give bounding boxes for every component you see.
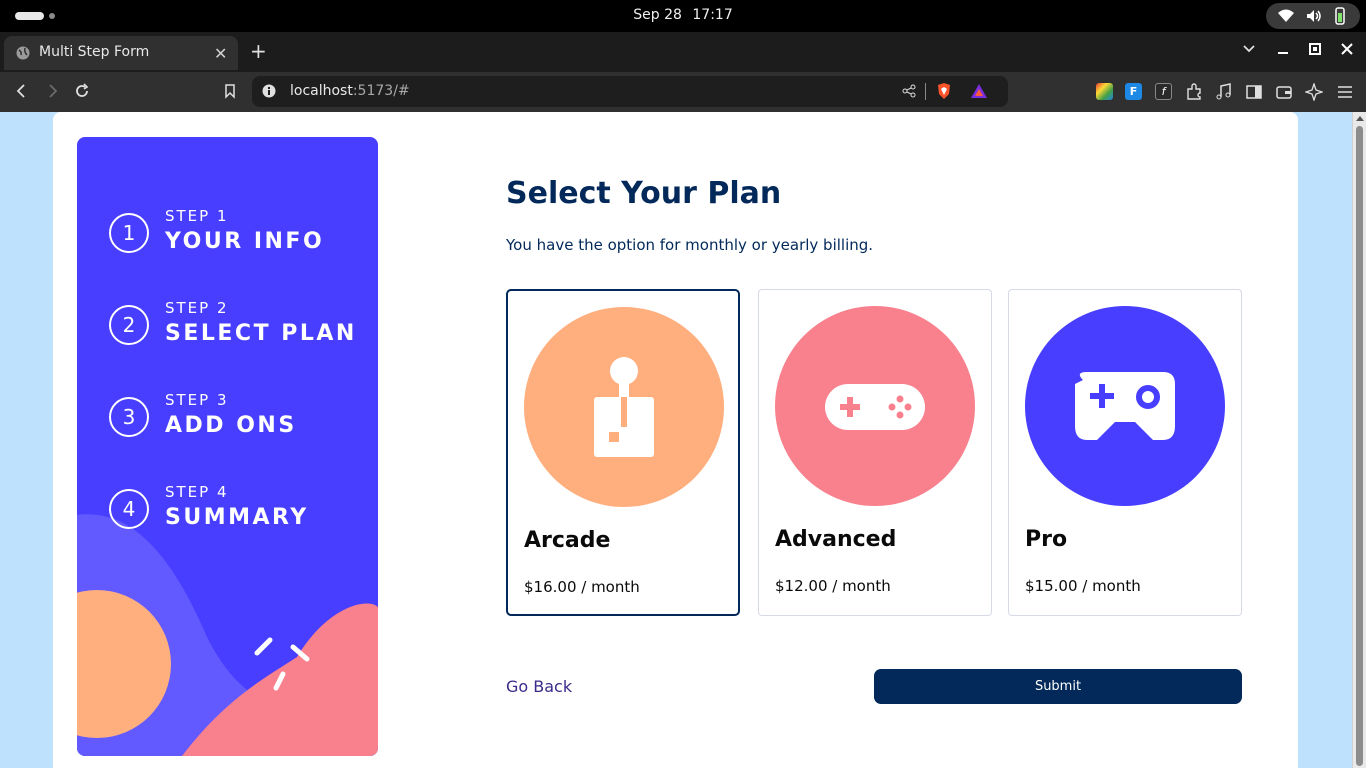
volume-icon (1307, 10, 1321, 22)
wifi-icon (1278, 9, 1294, 22)
menu-icon[interactable] (1336, 83, 1354, 101)
browser-toolbar: localhost:5173/# F f (0, 72, 1366, 112)
steps-sidebar: 1 STEP 1 YOUR INFO 2 STEP 2 SELECT PLAN … (77, 137, 378, 756)
plan-price: $15.00 / month (1025, 577, 1141, 595)
extensions-puzzle-icon[interactable] (1185, 83, 1203, 101)
share-icon[interactable] (902, 84, 916, 98)
new-tab-icon[interactable]: + (250, 39, 267, 63)
page-subtitle: You have the option for monthly or yearl… (506, 236, 874, 254)
clock-date: Sep 28 (633, 7, 682, 23)
page-title: Select Your Plan (506, 176, 782, 211)
extension-function-icon[interactable]: f (1155, 83, 1172, 100)
step-title: SELECT PLAN (165, 321, 357, 346)
plan-icon-circle (775, 306, 975, 506)
step-number-circle: 3 (109, 397, 149, 437)
address-bar[interactable]: localhost:5173/# (252, 76, 1008, 107)
clock-time: 17:17 (692, 7, 733, 23)
plan-name: Pro (1025, 527, 1068, 552)
wallet-icon[interactable] (1275, 83, 1293, 101)
globe-icon (16, 46, 30, 60)
step-title: SUMMARY (165, 505, 309, 530)
url-host: localhost (290, 83, 353, 99)
page-scrollbar[interactable] (1352, 112, 1366, 768)
browser-tab[interactable]: Multi Step Form ✕ (4, 36, 238, 70)
maximize-icon[interactable] (1308, 42, 1322, 56)
minimize-icon[interactable] (1276, 42, 1290, 56)
forward-icon[interactable] (44, 83, 60, 99)
url-text: localhost:5173/# (290, 83, 410, 99)
os-top-bar: Sep 28 17:17 (0, 0, 1366, 32)
brave-shields-icon[interactable] (936, 82, 952, 100)
plan-icon-circle (524, 307, 724, 507)
step-label: STEP 2 (165, 299, 229, 317)
step-item-2[interactable]: 2 STEP 2 SELECT PLAN (109, 299, 369, 363)
system-tray[interactable] (1266, 3, 1360, 29)
browser-tab-strip: Multi Step Form ✕ + (0, 32, 1366, 72)
submit-button[interactable]: Submit (874, 669, 1242, 704)
form-card: 1 STEP 1 YOUR INFO 2 STEP 2 SELECT PLAN … (53, 112, 1298, 768)
step-number-circle: 1 (109, 213, 149, 253)
leo-ai-icon[interactable] (1305, 83, 1323, 101)
scroll-up-arrow-icon[interactable] (1356, 116, 1364, 121)
step-item-3[interactable]: 3 STEP 3 ADD ONS (109, 391, 369, 455)
bookmark-icon[interactable] (222, 83, 238, 99)
tab-close-icon[interactable]: ✕ (214, 44, 227, 63)
step-label: STEP 1 (165, 207, 229, 225)
plan-icon-circle (1025, 306, 1225, 506)
plan-card-pro[interactable]: Pro $15.00 / month (1008, 289, 1242, 616)
plan-card-arcade[interactable]: Arcade $16.00 / month (506, 289, 740, 616)
close-window-icon[interactable] (1340, 42, 1354, 56)
battery-icon (1335, 7, 1345, 25)
tab-title: Multi Step Form (39, 44, 150, 60)
step-number-circle: 2 (109, 305, 149, 345)
site-info-icon[interactable] (262, 84, 276, 98)
step-item-4[interactable]: 4 STEP 4 SUMMARY (109, 483, 369, 547)
brave-rewards-icon[interactable] (970, 83, 988, 99)
plan-price: $12.00 / month (775, 577, 891, 595)
tab-list-chevron-icon[interactable] (1242, 42, 1256, 56)
step-title: ADD ONS (165, 413, 297, 438)
sidebar-toggle-icon[interactable] (1245, 83, 1263, 101)
plan-card-advanced[interactable]: Advanced $12.00 / month (758, 289, 992, 616)
url-path: :5173/# (352, 83, 410, 99)
reload-icon[interactable] (74, 83, 90, 99)
step-title: YOUR INFO (165, 229, 325, 254)
scroll-thumb[interactable] (1356, 126, 1363, 766)
music-icon[interactable] (1215, 83, 1233, 101)
extension-font-icon[interactable]: F (1125, 83, 1142, 100)
address-divider (925, 83, 926, 100)
step-label: STEP 3 (165, 391, 229, 409)
go-back-link[interactable]: Go Back (506, 677, 572, 696)
step-label: STEP 4 (165, 483, 229, 501)
plan-name: Advanced (775, 527, 897, 552)
page-viewport: 1 STEP 1 YOUR INFO 2 STEP 2 SELECT PLAN … (0, 112, 1366, 768)
step-number-circle: 4 (109, 489, 149, 529)
controller-icon (1075, 372, 1175, 440)
plan-name: Arcade (524, 528, 611, 553)
back-icon[interactable] (14, 83, 30, 99)
arcade-joystick-icon (594, 357, 654, 457)
extension-color-icon[interactable] (1096, 83, 1113, 100)
step-item-1[interactable]: 1 STEP 1 YOUR INFO (109, 207, 369, 271)
plan-price: $16.00 / month (524, 578, 640, 596)
gamepad-icon (825, 384, 925, 430)
clock[interactable]: Sep 28 17:17 (0, 7, 1366, 23)
